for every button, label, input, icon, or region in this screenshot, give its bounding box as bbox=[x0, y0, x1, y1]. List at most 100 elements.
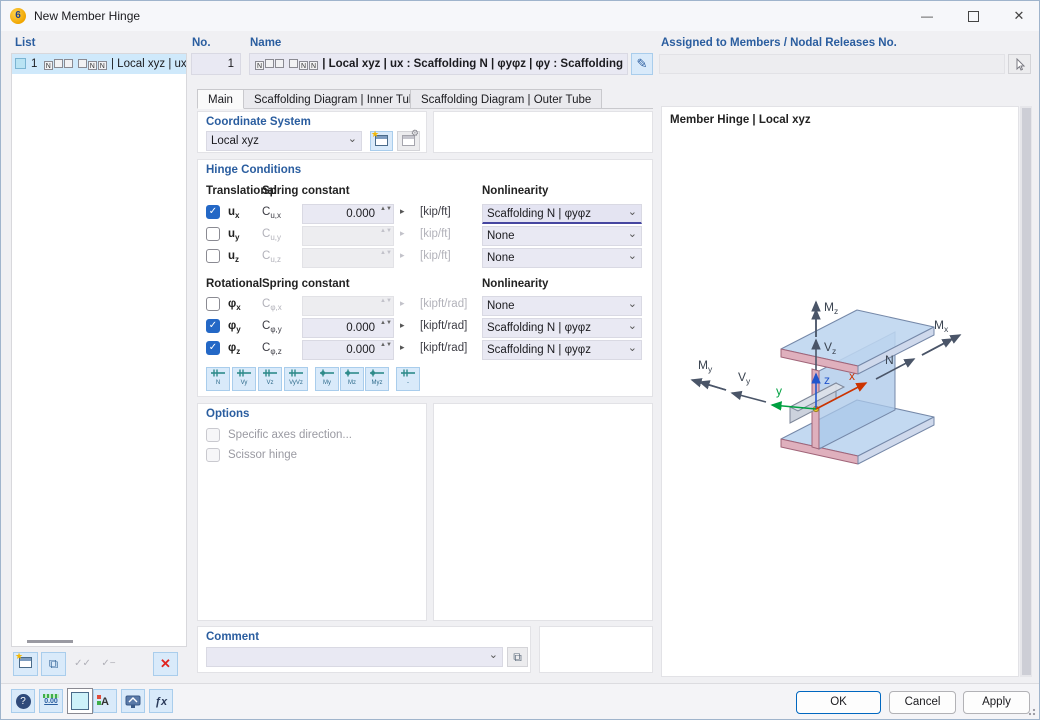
uy-nonlinearity-select[interactable]: None ⌄ bbox=[482, 226, 642, 246]
phiy-spinner[interactable]: ▲▼ bbox=[380, 319, 392, 337]
hinge-glyph-icon bbox=[289, 369, 303, 377]
hinge-conditions-group: Hinge Conditions Translational Spring co… bbox=[197, 159, 653, 397]
mz-label: Mz bbox=[824, 300, 838, 316]
coordinate-system-select[interactable]: Local xyz ⌄ bbox=[206, 131, 362, 151]
formula-button[interactable]: ƒx bbox=[149, 689, 173, 713]
phiy-detail-button[interactable]: ▸ bbox=[400, 320, 405, 331]
uz-checkbox[interactable] bbox=[206, 249, 220, 263]
quick-hinge-myz-button[interactable]: Myz bbox=[365, 367, 389, 391]
ux-nonlinearity-select[interactable]: Scaffolding N | φyφz ⌄ bbox=[482, 204, 642, 224]
phiz-nonlinearity-select[interactable]: Scaffolding N | φyφz ⌄ bbox=[482, 340, 642, 360]
phiy-nonlinearity-select[interactable]: Scaffolding N | φyφz ⌄ bbox=[482, 318, 642, 338]
rotational-column-header: Rotational bbox=[206, 278, 263, 290]
hinge-list[interactable]: 1 NNN | Local xyz | ux : Scaffolding N |… bbox=[11, 53, 187, 647]
name-header: Name bbox=[250, 37, 282, 49]
select-all-button[interactable]: ✓✓ bbox=[70, 652, 95, 676]
minimize-button[interactable]: — bbox=[907, 1, 947, 31]
ux-checkbox[interactable]: ✓ bbox=[206, 205, 220, 219]
name-field[interactable]: NNN | Local xyz | ux : Scaffolding N | φ… bbox=[249, 53, 628, 75]
quick-hinge-vyvz-button[interactable]: VyVz bbox=[284, 367, 308, 391]
phiz-spinner[interactable]: ▲▼ bbox=[380, 341, 392, 359]
horizontal-scrollbar[interactable] bbox=[27, 640, 73, 643]
list-item-text: | Local xyz | ux : Scaffolding N | φyφz … bbox=[111, 58, 186, 70]
title-bar[interactable]: 6 New Member Hinge — ✕ bbox=[1, 1, 1039, 31]
delete-hinge-button[interactable]: ✕ bbox=[153, 652, 178, 676]
display-properties-button[interactable]: A bbox=[93, 689, 117, 713]
new-coordinate-system-button[interactable]: ★ bbox=[370, 129, 393, 151]
new-hinge-button[interactable]: ★ bbox=[13, 651, 38, 676]
maximize-icon bbox=[967, 11, 979, 22]
phiz-checkbox[interactable]: ✓ bbox=[206, 341, 220, 355]
preview-scrollbar-thumb[interactable] bbox=[1021, 108, 1031, 675]
ux-spinner[interactable]: ▲▼ bbox=[380, 205, 392, 223]
cancel-button[interactable]: Cancel bbox=[889, 691, 956, 714]
chevron-down-icon: ⌄ bbox=[347, 133, 357, 145]
projector-icon bbox=[125, 695, 141, 708]
phiz-label: φz bbox=[228, 342, 241, 356]
assigned-members-field[interactable] bbox=[659, 54, 1005, 74]
quick-hinge-n-button[interactable]: N bbox=[206, 367, 230, 391]
color-swatch-button[interactable] bbox=[67, 688, 93, 714]
quick-hinge-vy-button[interactable]: Vy bbox=[232, 367, 256, 391]
tab-main[interactable]: Main bbox=[197, 89, 244, 109]
uy-spinner: ▲▼ bbox=[380, 228, 392, 234]
beamer-mode-button[interactable] bbox=[121, 689, 145, 713]
rename-button[interactable]: ✎ bbox=[631, 53, 653, 75]
check-all-icon: ✓✓ bbox=[74, 658, 91, 669]
uy-label: uy bbox=[228, 228, 240, 242]
quick-hinge-mz-button[interactable]: Mz bbox=[340, 367, 364, 391]
specific-axes-checkbox[interactable] bbox=[206, 428, 220, 442]
comment-group: Comment ⌄ ⧉ bbox=[197, 626, 531, 673]
copy-hinge-button[interactable]: ⧉ bbox=[41, 652, 66, 676]
pencil-icon: ✎ bbox=[636, 56, 648, 71]
phix-checkbox[interactable] bbox=[206, 297, 220, 311]
quick-hinge-my-button[interactable]: My bbox=[315, 367, 339, 391]
units-settings-button[interactable]: 0.00 bbox=[39, 689, 63, 713]
app-icon: 6 bbox=[10, 8, 26, 24]
help-icon: ? bbox=[15, 694, 31, 709]
comment-combobox[interactable]: ⌄ bbox=[206, 647, 503, 667]
spring-constant-column-header-2: Spring constant bbox=[262, 278, 350, 290]
deselect-button[interactable]: ✓− bbox=[96, 652, 121, 676]
edit-coordinate-system-button[interactable]: ⚙ bbox=[397, 128, 420, 151]
ux-detail-button[interactable]: ▸ bbox=[400, 206, 405, 217]
apply-button[interactable]: Apply bbox=[963, 691, 1030, 714]
list-item[interactable]: 1 NNN | Local xyz | ux : Scaffolding N |… bbox=[12, 54, 186, 74]
tab-divider bbox=[197, 108, 653, 109]
quick-hinge-reset-button[interactable]: - bbox=[396, 367, 420, 391]
display-a-icon: A bbox=[101, 696, 109, 708]
phix-nonlinearity-select[interactable]: None ⌄ bbox=[482, 296, 642, 316]
tab-scaffolding-outer[interactable]: Scaffolding Diagram | Outer Tube bbox=[410, 89, 603, 109]
help-button[interactable]: ? bbox=[11, 689, 35, 713]
my-label: My bbox=[698, 358, 713, 374]
comment-copy-button[interactable]: ⧉ bbox=[507, 647, 528, 667]
y-axis-label: y bbox=[776, 384, 782, 398]
tab-scaffolding-inner[interactable]: Scaffolding Diagram | Inner Tube bbox=[243, 89, 433, 109]
ux-spring-input[interactable]: 0.000 ▲▼ bbox=[302, 204, 394, 224]
phiz-spring-input[interactable]: 0.000 ▲▼ bbox=[302, 340, 394, 360]
beam-top-flange bbox=[780, 309, 935, 375]
vy-arrow bbox=[730, 390, 767, 403]
new-window-icon: ★ bbox=[371, 129, 388, 146]
uy-checkbox[interactable] bbox=[206, 227, 220, 241]
ux-unit: [kip/ft] bbox=[420, 206, 451, 218]
maximize-button[interactable] bbox=[953, 1, 993, 31]
phiy-checkbox[interactable]: ✓ bbox=[206, 319, 220, 333]
preview-scrollbar[interactable] bbox=[1020, 106, 1032, 677]
hinge-number-field: 1 bbox=[191, 53, 241, 75]
phiy-spring-input[interactable]: 0.000 ▲▼ bbox=[302, 318, 394, 338]
uz-spring-input: ▲▼ bbox=[302, 248, 394, 268]
phiz-detail-button[interactable]: ▸ bbox=[400, 342, 405, 353]
close-button[interactable]: ✕ bbox=[999, 1, 1039, 31]
hinge-glyph-icon bbox=[263, 369, 277, 377]
ux-label: ux bbox=[228, 206, 240, 220]
scissor-hinge-checkbox[interactable] bbox=[206, 448, 220, 462]
nonlinearity-column-header: Nonlinearity bbox=[482, 185, 549, 197]
quick-hinge-vz-button[interactable]: Vz bbox=[258, 367, 282, 391]
hinge-code-box: N bbox=[87, 61, 97, 70]
ok-button[interactable]: OK bbox=[796, 691, 881, 714]
pick-members-button[interactable] bbox=[1008, 54, 1031, 74]
uz-nonlinearity-select[interactable]: None ⌄ bbox=[482, 248, 642, 268]
phix-spinner: ▲▼ bbox=[380, 298, 392, 304]
resize-grip[interactable] bbox=[1028, 708, 1036, 716]
